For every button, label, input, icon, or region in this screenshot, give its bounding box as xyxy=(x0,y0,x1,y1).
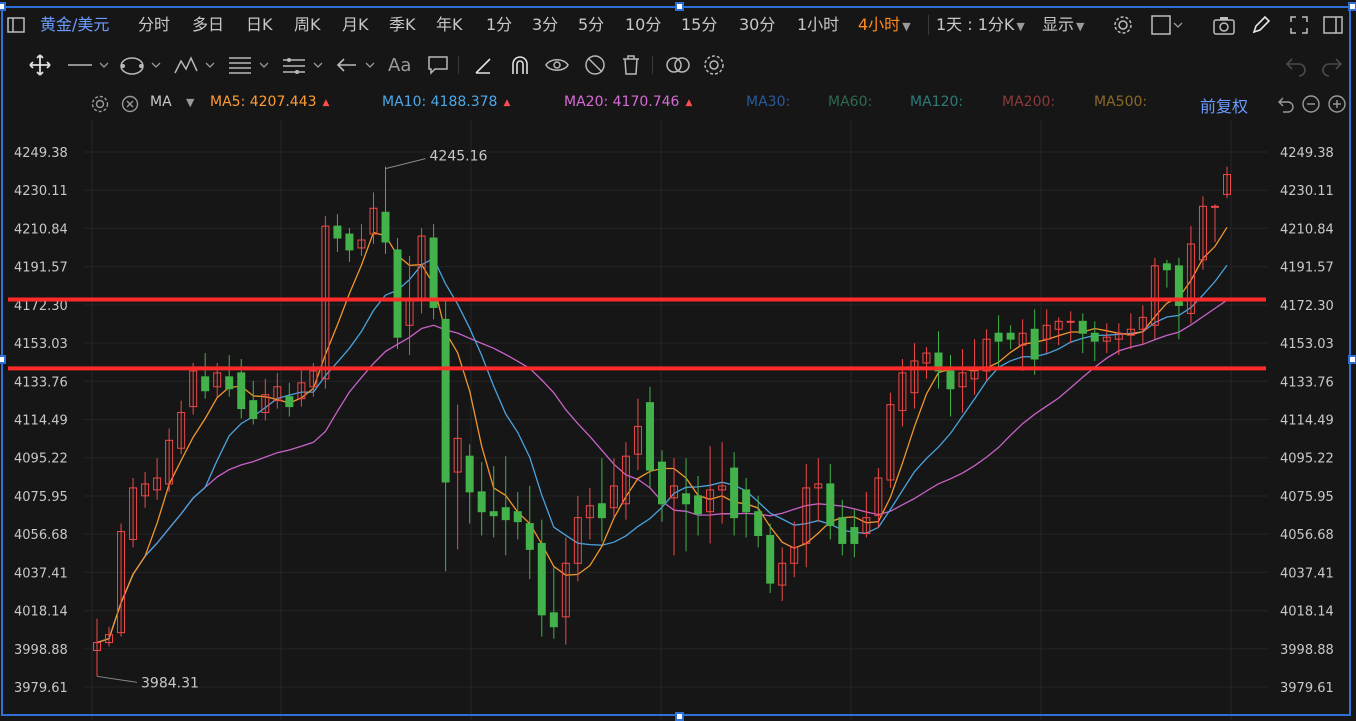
price-label-left: 3998.88 xyxy=(14,643,68,658)
candle-body[interactable] xyxy=(754,511,763,537)
price-label-right: 4191.57 xyxy=(1280,261,1334,276)
candle-body[interactable] xyxy=(838,517,847,544)
price-label-right: 4095.22 xyxy=(1280,452,1334,467)
candle-body[interactable] xyxy=(201,376,210,392)
candle-body[interactable] xyxy=(1162,263,1171,271)
candle-body[interactable] xyxy=(549,612,558,628)
price-label-left: 3979.61 xyxy=(14,681,68,696)
candle-body[interactable] xyxy=(1006,332,1015,340)
candle-body[interactable] xyxy=(658,461,666,505)
resize-handle[interactable] xyxy=(1348,2,1356,11)
trading-chart-app: 黄金/美元 分时 多日 日K 周K 月K 季K 年K 1分 3分 5分 10分 … xyxy=(0,0,1356,721)
price-label-left: 4153.03 xyxy=(14,337,68,352)
candle-body[interactable] xyxy=(682,493,691,505)
price-label-left: 4056.68 xyxy=(14,528,68,543)
ma5-line xyxy=(96,226,1228,644)
candle-body[interactable] xyxy=(1090,332,1099,342)
low-pointer-line xyxy=(96,675,138,683)
price-label-right: 3979.61 xyxy=(1280,681,1334,696)
candle-body[interactable] xyxy=(489,511,498,517)
price-label-left: 4095.22 xyxy=(14,452,68,467)
candle-body[interactable] xyxy=(742,489,751,513)
resize-handle[interactable] xyxy=(0,355,6,364)
price-label-left: 4191.57 xyxy=(14,261,68,276)
candle-body[interactable] xyxy=(826,483,835,527)
price-label-left: 4210.84 xyxy=(14,222,68,237)
high-price-label: 4245.16 xyxy=(430,149,488,165)
price-label-right: 3998.88 xyxy=(1280,643,1334,658)
candle-body[interactable] xyxy=(237,372,246,410)
candle-body[interactable] xyxy=(441,318,450,483)
candle-body[interactable] xyxy=(694,495,703,515)
price-label-right: 4133.76 xyxy=(1280,375,1334,390)
price-label-right: 4172.30 xyxy=(1280,299,1334,314)
price-label-left: 4230.11 xyxy=(14,184,68,199)
candle-body[interactable] xyxy=(994,332,1003,342)
candle-body[interactable] xyxy=(1078,320,1087,334)
candle-body[interactable] xyxy=(850,527,859,544)
price-label-right: 4037.41 xyxy=(1280,566,1334,581)
candle-body[interactable] xyxy=(513,511,522,523)
price-label-left: 4249.38 xyxy=(14,146,68,161)
candle-body[interactable] xyxy=(477,491,486,513)
candle-body[interactable] xyxy=(1210,205,1219,208)
candle-body[interactable] xyxy=(645,402,654,471)
price-label-right: 4056.68 xyxy=(1280,528,1334,543)
price-label-left: 4114.49 xyxy=(14,414,68,429)
price-label-left: 4133.76 xyxy=(14,375,68,390)
candle-body[interactable] xyxy=(429,237,438,308)
candle-body[interactable] xyxy=(1066,320,1075,323)
price-label-left: 4018.14 xyxy=(14,605,68,620)
candle-body[interactable] xyxy=(333,225,342,239)
candle-body[interactable] xyxy=(465,455,474,493)
low-price-label: 3984.31 xyxy=(141,675,199,691)
resize-handle[interactable] xyxy=(675,2,684,11)
resize-handle[interactable] xyxy=(1348,355,1356,364)
candle-body[interactable] xyxy=(381,211,390,243)
high-pointer-line xyxy=(385,158,426,170)
price-label-left: 4037.41 xyxy=(14,566,68,581)
price-label-right: 4114.49 xyxy=(1280,414,1334,429)
price-label-right: 4018.14 xyxy=(1280,605,1334,620)
price-label-left: 4075.95 xyxy=(14,490,68,505)
candle-body[interactable] xyxy=(525,523,534,550)
candle-body[interactable] xyxy=(766,535,775,584)
candle-body[interactable] xyxy=(730,467,739,519)
candle-body[interactable] xyxy=(285,396,294,408)
candle-body[interactable] xyxy=(345,233,354,251)
candle-body[interactable] xyxy=(537,542,546,616)
price-label-right: 4210.84 xyxy=(1280,222,1334,237)
candle-body[interactable] xyxy=(393,249,402,338)
candle-body[interactable] xyxy=(597,503,606,519)
candle-body[interactable] xyxy=(225,376,234,390)
price-label-right: 4153.03 xyxy=(1280,337,1334,352)
candle-body[interactable] xyxy=(501,507,510,521)
resize-handle[interactable] xyxy=(0,2,6,11)
price-label-right: 4230.11 xyxy=(1280,184,1334,199)
price-label-right: 4075.95 xyxy=(1280,490,1334,505)
candlestick-chart[interactable]: 4249.38 4249.38 4230.11 4230.11 4210.84 4210.… xyxy=(0,0,1356,720)
candle-body[interactable] xyxy=(1030,328,1039,360)
price-label-right: 4249.38 xyxy=(1280,146,1334,161)
candle-body[interactable] xyxy=(249,400,258,419)
candle-body[interactable] xyxy=(946,370,955,390)
